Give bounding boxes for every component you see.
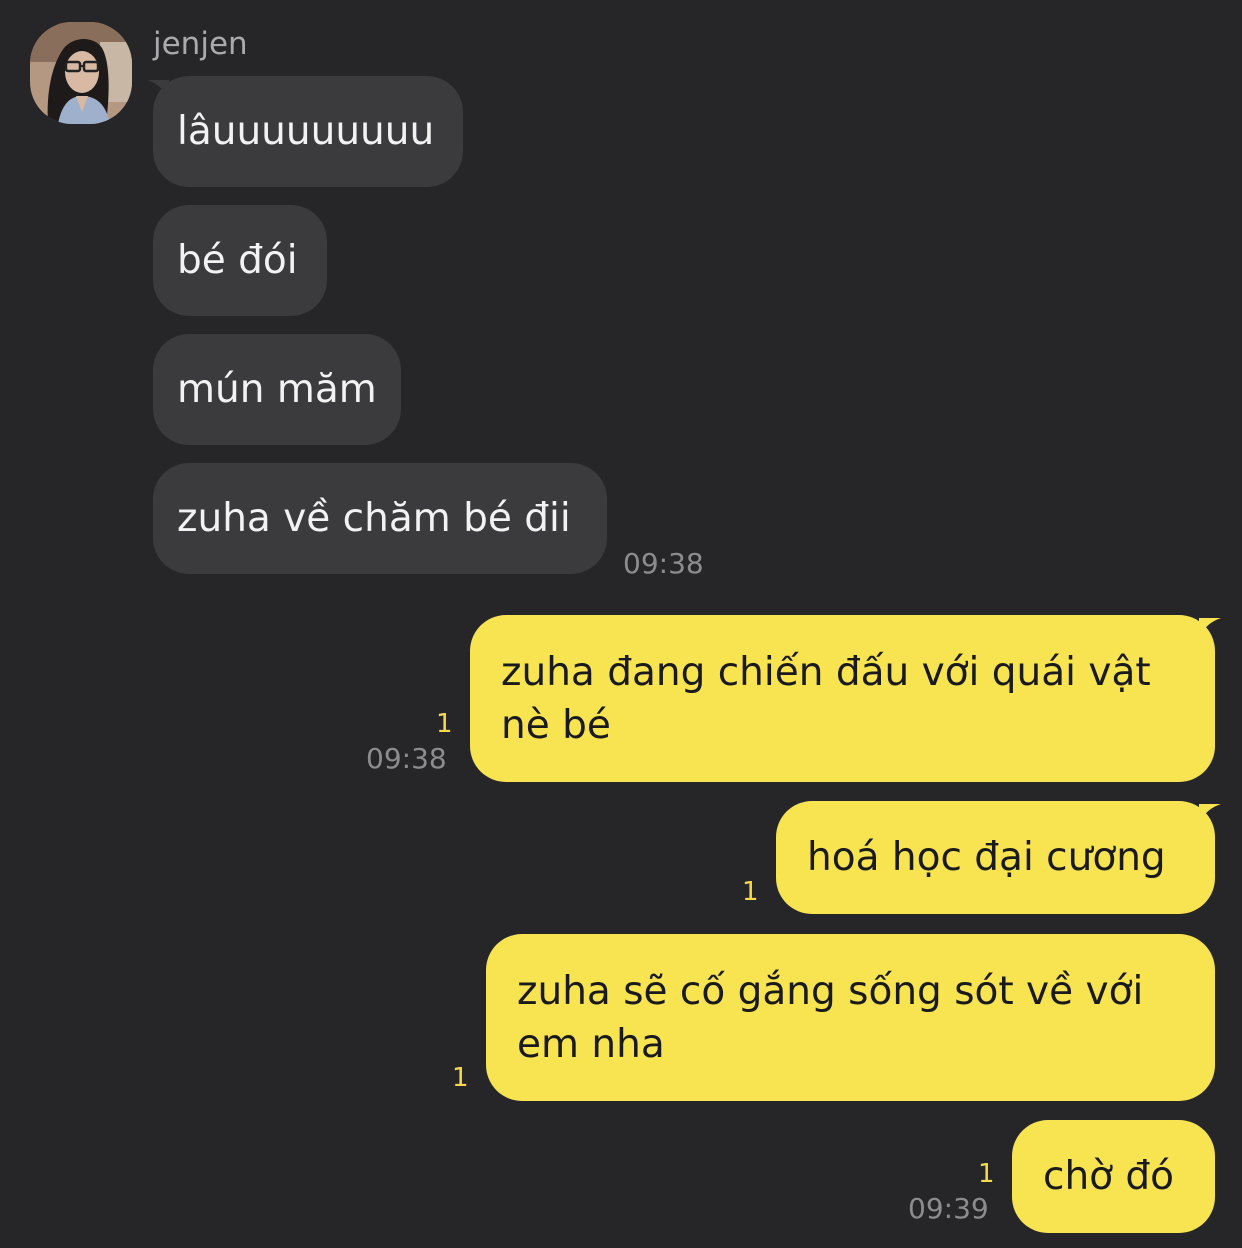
message-text: zuha sẽ cố gắng sống sót về với em nha bbox=[517, 969, 1144, 1067]
message-text: bé đói bbox=[177, 238, 298, 283]
message-timestamp: 09:38 bbox=[366, 742, 447, 775]
profile-photo-icon bbox=[30, 22, 132, 124]
message-text: chờ đó bbox=[1043, 1154, 1175, 1199]
contact-avatar[interactable] bbox=[30, 22, 132, 124]
message-text: lâuuuuuuuuu bbox=[177, 109, 435, 154]
message-text: zuha về chăm bé đii bbox=[177, 496, 571, 541]
unread-count: 1 bbox=[452, 1063, 469, 1093]
message-text: hoá học đại cương bbox=[807, 835, 1166, 880]
outgoing-message[interactable]: zuha sẽ cố gắng sống sót về với em nha bbox=[486, 934, 1215, 1101]
unread-count: 1 bbox=[742, 877, 759, 907]
message-timestamp: 09:38 bbox=[623, 547, 704, 580]
unread-count: 1 bbox=[978, 1159, 995, 1189]
message-text: zuha đang chiến đấu với quái vật nè bé bbox=[501, 650, 1151, 748]
outgoing-message[interactable]: chờ đó bbox=[1012, 1120, 1215, 1233]
unread-count: 1 bbox=[436, 709, 453, 739]
outgoing-message[interactable]: hoá học đại cương bbox=[776, 801, 1215, 914]
outgoing-message[interactable]: zuha đang chiến đấu với quái vật nè bé bbox=[470, 615, 1215, 782]
message-text: mún măm bbox=[177, 367, 377, 412]
incoming-message[interactable]: zuha về chăm bé đii bbox=[153, 463, 607, 574]
incoming-message[interactable]: lâuuuuuuuuu bbox=[153, 76, 463, 187]
contact-name: jenjen bbox=[153, 26, 248, 62]
incoming-message[interactable]: mún măm bbox=[153, 334, 401, 445]
message-timestamp: 09:39 bbox=[908, 1192, 989, 1225]
incoming-message[interactable]: bé đói bbox=[153, 205, 327, 316]
